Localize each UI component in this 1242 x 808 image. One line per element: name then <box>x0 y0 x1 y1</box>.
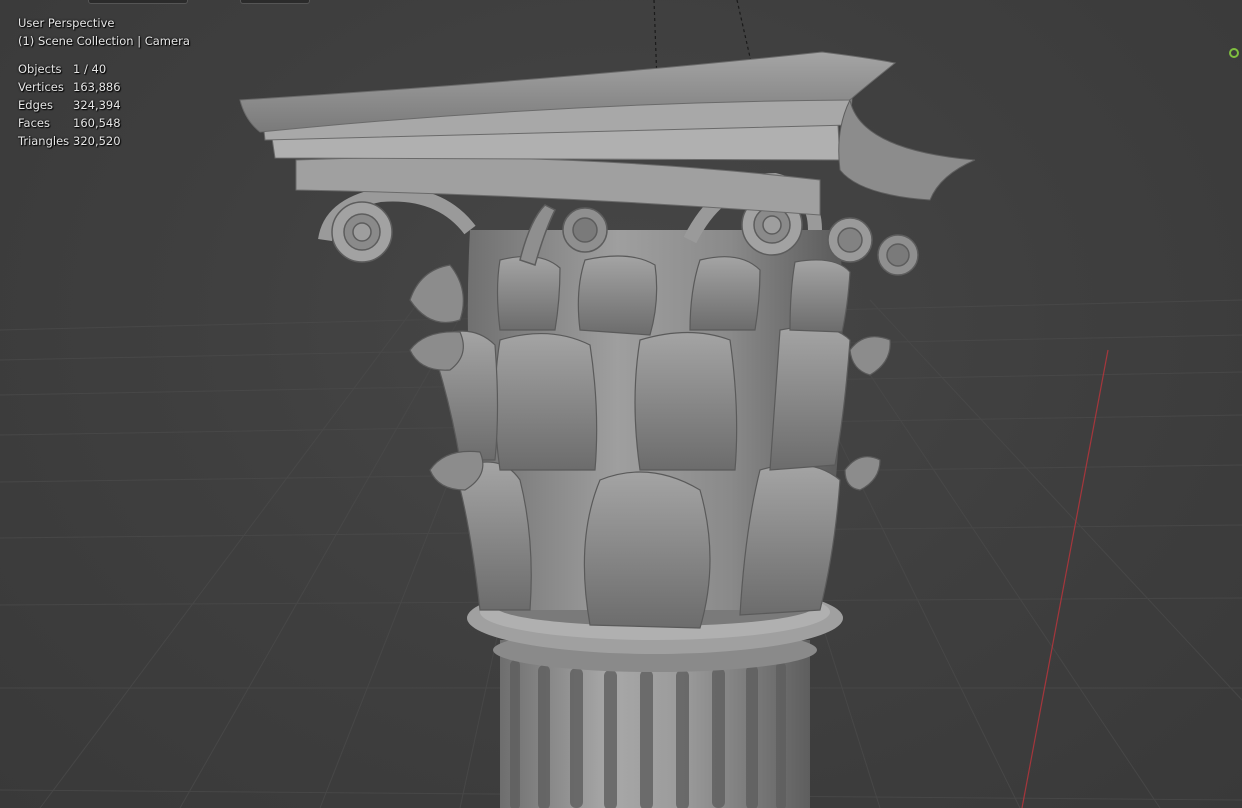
scene-statistics: Objects 1 / 40 Vertices 163,886 Edges 32… <box>18 60 190 150</box>
stat-value: 163,886 <box>73 80 121 94</box>
stat-label: Objects <box>18 62 62 76</box>
stat-value: 160,548 <box>73 116 121 130</box>
header-dropdown[interactable] <box>240 0 310 4</box>
scene-path: (1) Scene Collection | Camera <box>18 34 190 48</box>
stat-value: 324,394 <box>73 98 121 112</box>
relationship-line <box>736 0 753 67</box>
stat-label: Vertices <box>18 80 64 94</box>
stat-label: Edges <box>18 98 53 112</box>
3d-viewport[interactable]: User Perspective (1) Scene Collection | … <box>0 0 1242 808</box>
camera-gizmo-icon[interactable] <box>1229 48 1239 58</box>
viewport-text-overlay: User Perspective (1) Scene Collection | … <box>18 14 190 150</box>
abacus <box>239 51 976 216</box>
stat-value: 320,520 <box>73 134 121 148</box>
view-name: User Perspective <box>18 16 115 30</box>
stat-label: Triangles <box>18 134 70 148</box>
stat-value: 1 / 40 <box>73 62 107 76</box>
stat-label: Faces <box>18 116 50 130</box>
header-dropdown[interactable] <box>88 0 188 4</box>
